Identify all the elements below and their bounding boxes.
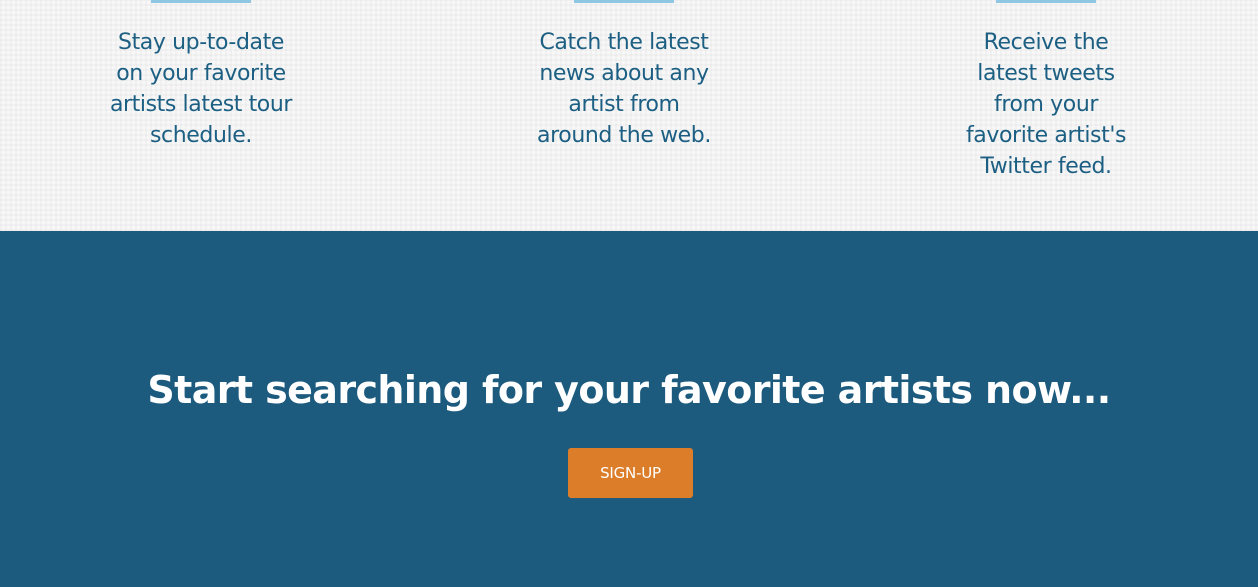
feature-description: Stay up-to-date on your favorite artists… (101, 27, 301, 151)
feature-accent-bar (996, 0, 1096, 3)
feature-line: artist from (568, 92, 680, 117)
feature-accent-bar (574, 0, 674, 3)
feature-line: from your (993, 92, 1099, 117)
feature-line: Receive the (983, 30, 1109, 55)
feature-description: Catch the latest news about any artist f… (524, 27, 724, 151)
feature-line: Twitter feed. (980, 154, 1112, 179)
features-section: Stay up-to-date on your favorite artists… (0, 0, 1258, 231)
sign-up-button[interactable]: SIGN-UP (568, 448, 693, 498)
cta-heading: Start searching for your favorite artist… (147, 368, 1111, 412)
feature-line: around the web. (537, 123, 711, 148)
feature-line: Stay up-to-date (118, 30, 284, 55)
feature-line: schedule. (150, 123, 252, 148)
feature-accent-bar (151, 0, 251, 3)
cta-section: Start searching for your favorite artist… (0, 231, 1258, 587)
feature-line: on your favorite (116, 61, 286, 86)
feature-line: artists latest tour (109, 92, 293, 117)
feature-description: Receive the latest tweets from your favo… (946, 27, 1146, 182)
feature-line: Catch the latest (539, 30, 709, 55)
feature-line: favorite artist's (965, 123, 1127, 148)
feature-line: latest tweets (977, 61, 1115, 86)
feature-line: news about any (539, 61, 709, 86)
